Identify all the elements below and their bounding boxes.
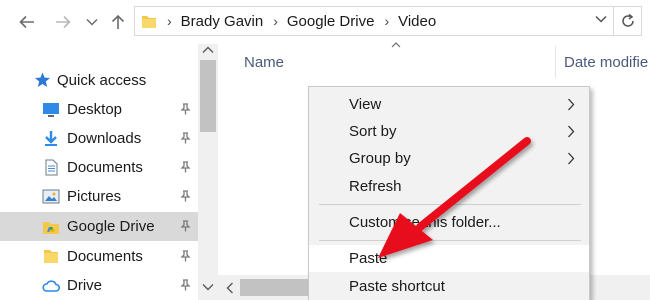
forward-button[interactable] bbox=[52, 12, 74, 32]
menu-item-paste[interactable]: Paste bbox=[309, 245, 589, 272]
documents-icon bbox=[45, 159, 58, 176]
nav-item-label: Pictures bbox=[67, 188, 122, 205]
nav-item-google-drive[interactable]: Google Drive bbox=[0, 212, 198, 241]
nav-item-desktop[interactable]: Desktop bbox=[0, 95, 198, 124]
chevron-down-icon bbox=[86, 18, 98, 26]
google-drive-icon bbox=[43, 222, 59, 234]
menu-item-label: Refresh bbox=[349, 178, 402, 195]
menu-item-refresh[interactable]: Refresh bbox=[309, 173, 589, 200]
menu-item-customise-folder[interactable]: Customise this folder... bbox=[309, 209, 589, 236]
refresh-icon bbox=[621, 13, 634, 27]
up-button[interactable] bbox=[108, 11, 128, 33]
nav-item-label: Desktop bbox=[67, 101, 123, 118]
pin-icon[interactable] bbox=[180, 250, 191, 262]
nav-item-label: Documents bbox=[67, 248, 143, 265]
menu-item-label: Customise this folder... bbox=[349, 214, 501, 231]
nav-item-downloads[interactable]: Downloads bbox=[0, 124, 198, 153]
address-dropdown-icon[interactable] bbox=[595, 15, 607, 23]
refresh-button[interactable] bbox=[614, 6, 642, 36]
nav-item-label: Quick access bbox=[57, 72, 147, 89]
desktop-icon bbox=[43, 103, 59, 117]
context-menu: View Sort by Group by Refresh Customise … bbox=[308, 86, 590, 300]
scrollbar-thumb[interactable] bbox=[200, 60, 216, 132]
menu-item-label: Paste shortcut bbox=[349, 278, 445, 295]
navigation-bar: › Brady Gavin › Google Drive › Video bbox=[0, 0, 650, 44]
menu-separator bbox=[319, 240, 581, 241]
submenu-chevron-icon bbox=[568, 125, 575, 138]
back-arrow-icon bbox=[19, 15, 34, 29]
nav-item-label: Google Drive bbox=[67, 218, 155, 235]
cloud-icon bbox=[42, 280, 60, 292]
menu-item-sort-by[interactable]: Sort by bbox=[309, 118, 589, 145]
forward-arrow-icon bbox=[56, 15, 71, 29]
menu-item-group-by[interactable]: Group by bbox=[309, 145, 589, 172]
nav-item-documents[interactable]: Documents bbox=[0, 153, 198, 182]
folder-icon bbox=[44, 250, 58, 263]
scroll-down-icon[interactable] bbox=[202, 283, 214, 291]
pin-icon[interactable] bbox=[180, 279, 191, 291]
breadcrumb-brady-gavin[interactable]: Brady Gavin bbox=[181, 13, 264, 30]
breadcrumb-separator: › bbox=[384, 13, 390, 29]
menu-item-label: View bbox=[349, 96, 382, 113]
nav-item-pictures[interactable]: Pictures bbox=[0, 182, 198, 211]
navigation-pane: Quick access Desktop Downloads Documents bbox=[0, 44, 200, 300]
menu-separator bbox=[319, 204, 581, 205]
menu-item-view[interactable]: View bbox=[309, 91, 589, 118]
menu-item-label: Sort by bbox=[349, 123, 397, 140]
horizontal-scrollbar-thumb[interactable] bbox=[240, 279, 310, 296]
breadcrumb-separator: › bbox=[273, 13, 278, 29]
menu-item-label: Group by bbox=[349, 150, 411, 167]
up-arrow-icon bbox=[111, 14, 125, 29]
breadcrumb-video[interactable]: Video bbox=[398, 13, 436, 30]
column-divider[interactable] bbox=[555, 46, 556, 78]
recent-locations-button[interactable] bbox=[84, 14, 100, 30]
pin-icon[interactable] bbox=[180, 220, 191, 232]
pin-icon[interactable] bbox=[180, 132, 191, 144]
nav-item-label: Drive bbox=[67, 277, 103, 294]
breadcrumb-google-drive[interactable]: Google Drive bbox=[287, 13, 375, 30]
column-header-name[interactable]: Name bbox=[244, 54, 284, 71]
sort-ascending-icon bbox=[391, 42, 401, 48]
breadcrumb-separator: › bbox=[167, 13, 172, 29]
nav-item-documents-folder[interactable]: Documents bbox=[0, 242, 198, 271]
address-bar[interactable]: › Brady Gavin › Google Drive › Video bbox=[134, 6, 614, 36]
nav-item-label: Documents bbox=[67, 159, 143, 176]
pin-icon[interactable] bbox=[180, 103, 191, 115]
menu-item-paste-shortcut[interactable]: Paste shortcut bbox=[309, 273, 589, 300]
column-header-date-modified[interactable]: Date modifie bbox=[564, 54, 648, 71]
back-button[interactable] bbox=[16, 12, 38, 32]
star-icon bbox=[35, 72, 50, 87]
nav-item-quick-access[interactable]: Quick access bbox=[0, 66, 198, 95]
scroll-left-icon[interactable] bbox=[226, 282, 234, 294]
nav-item-drive[interactable]: Drive bbox=[0, 271, 198, 300]
submenu-chevron-icon bbox=[568, 152, 575, 165]
menu-item-label: Paste bbox=[349, 250, 388, 267]
download-icon bbox=[45, 131, 57, 146]
pictures-icon bbox=[42, 189, 60, 204]
folder-icon bbox=[142, 15, 156, 28]
pin-icon[interactable] bbox=[180, 161, 191, 173]
scroll-up-icon[interactable] bbox=[202, 46, 214, 54]
nav-item-label: Downloads bbox=[67, 130, 142, 147]
pin-icon[interactable] bbox=[180, 190, 191, 202]
submenu-chevron-icon bbox=[568, 98, 575, 111]
